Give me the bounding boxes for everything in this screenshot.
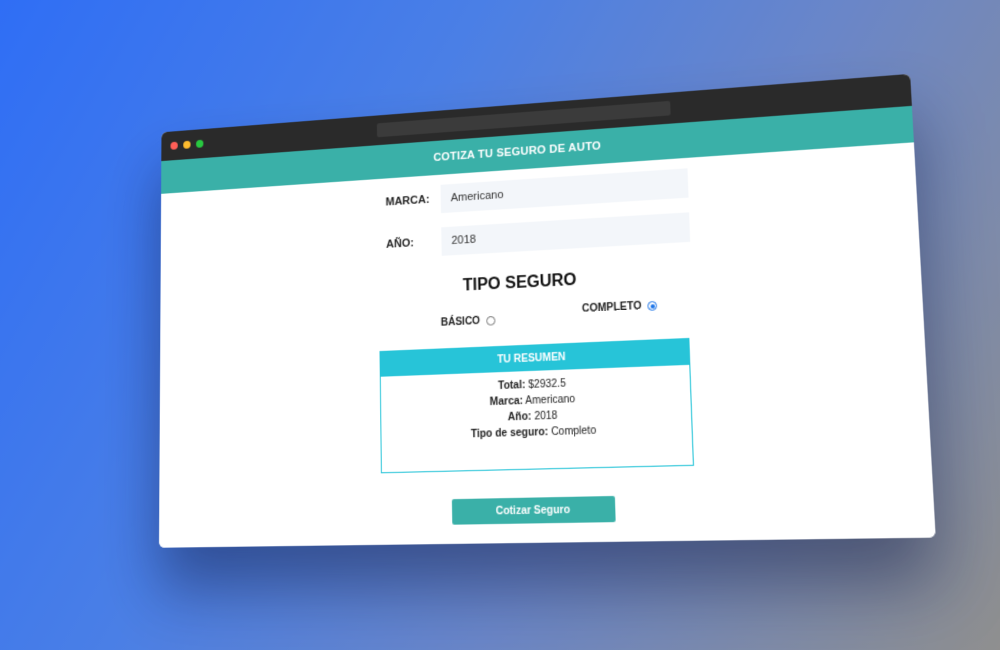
- summary-body: Total: $2932.5 Marca: Americano Año: 201…: [381, 365, 692, 445]
- radio-label-completo: COMPLETO: [582, 301, 642, 315]
- tipo-seguro-heading: TIPO SEGURO: [160, 253, 921, 311]
- radio-completo[interactable]: [648, 301, 658, 311]
- radio-label-basico: BÁSICO: [441, 316, 480, 329]
- maximize-window-button[interactable]: [196, 140, 203, 148]
- marca-field[interactable]: [441, 168, 689, 213]
- summary-label-anio: Año:: [508, 411, 532, 423]
- quote-form: MARCA: AÑO: TIPO SEGURO BÁSICO COMPLETO …: [159, 142, 936, 547]
- window-controls: [170, 140, 203, 150]
- marca-label: MARCA:: [386, 193, 441, 209]
- summary-value-tipo: Completo: [551, 425, 596, 438]
- anio-field[interactable]: [441, 212, 690, 256]
- anio-label: AÑO:: [386, 235, 442, 250]
- radio-basico[interactable]: [486, 316, 495, 326]
- background: COTIZA TU SEGURO DE AUTO MARCA: AÑO: TIP…: [0, 0, 1000, 650]
- summary-label-tipo: Tipo de seguro:: [471, 427, 549, 441]
- radio-option-basico[interactable]: BÁSICO: [441, 315, 496, 329]
- summary-value-marca: Americano: [525, 394, 575, 407]
- summary-label-total: Total:: [498, 380, 526, 393]
- summary-value-anio: 2018: [534, 410, 557, 422]
- close-window-button[interactable]: [170, 142, 177, 150]
- anio-row: AÑO:: [386, 212, 690, 259]
- page-title: COTIZA TU SEGURO DE AUTO: [433, 140, 601, 164]
- summary-label-marca: Marca:: [490, 396, 523, 409]
- marca-row: MARCA:: [385, 168, 688, 216]
- summary-panel: TU RESUMEN Total: $2932.5 Marca: America…: [379, 338, 694, 473]
- browser-window: COTIZA TU SEGURO DE AUTO MARCA: AÑO: TIP…: [159, 74, 936, 548]
- radio-option-completo[interactable]: COMPLETO: [582, 300, 658, 315]
- summary-value-total: $2932.5: [528, 378, 566, 391]
- minimize-window-button[interactable]: [183, 141, 190, 149]
- cotizar-seguro-button[interactable]: Cotizar Seguro: [452, 496, 616, 525]
